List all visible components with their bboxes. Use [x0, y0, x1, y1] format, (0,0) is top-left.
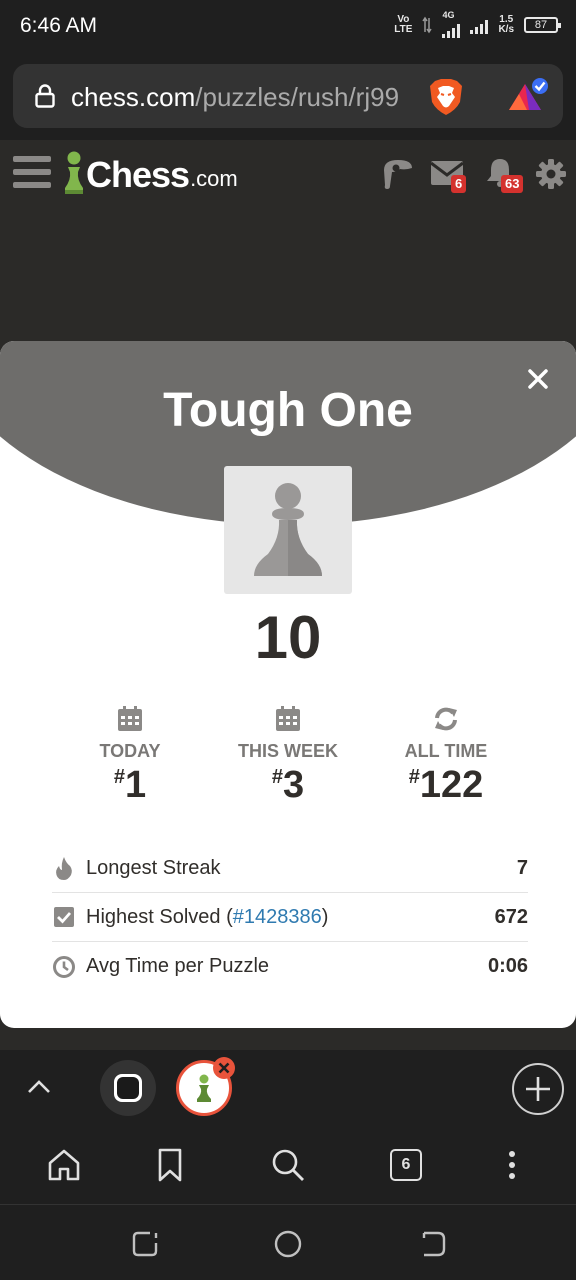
tab-switcher-strip — [0, 1050, 576, 1130]
hamburger-menu-icon[interactable] — [13, 156, 51, 190]
calendar-icon — [276, 706, 300, 731]
battery-icon: 87 — [524, 17, 561, 33]
rank-label: ALL TIME — [404, 741, 488, 761]
status-time: 6:46 AM — [20, 14, 98, 37]
network-speed: 1.5 K/s — [498, 14, 514, 35]
pawn-logo-icon — [65, 151, 83, 194]
refresh-icon — [435, 707, 457, 731]
puzzle-rush-result-modal: Tough One 10 TODAY #1 THIS WEEK #3 ALL T… — [0, 341, 576, 1028]
messages-button[interactable]: 6 — [430, 160, 474, 196]
rank-label: TODAY — [99, 741, 161, 761]
signal-bars-icon — [442, 20, 461, 38]
signal-bars-icon — [470, 16, 489, 34]
home-icon[interactable] — [46, 1147, 82, 1183]
stats-list: Longest Streak 7 Highest Solved (#142838… — [52, 844, 528, 991]
pawn-icon — [254, 483, 322, 576]
stat-value: 0:06 — [487, 955, 528, 977]
new-tab-button[interactable] — [512, 1063, 564, 1115]
lock-icon — [35, 84, 55, 108]
close-icon[interactable] — [526, 367, 550, 391]
chevron-up-icon[interactable] — [26, 1074, 52, 1100]
clock-icon — [53, 955, 75, 978]
url-text[interactable]: chess.com/puzzles/rush/rj99 — [71, 82, 399, 113]
chess-com-logo[interactable]: Chess .com — [62, 150, 238, 196]
search-icon[interactable] — [270, 1147, 306, 1183]
gear-icon[interactable] — [535, 158, 567, 190]
home-button-icon[interactable] — [273, 1229, 303, 1259]
plus-icon — [526, 1077, 550, 1101]
system-navigation-bar — [0, 1204, 576, 1280]
tabs-button[interactable]: 6 — [388, 1147, 424, 1183]
rank-label: THIS WEEK — [237, 741, 338, 761]
tab-count: 6 — [390, 1149, 422, 1181]
rush-score: 10 — [254, 604, 322, 671]
pawn-avatar — [224, 466, 352, 594]
address-bar[interactable]: chess.com/puzzles/rush/rj99 — [13, 64, 563, 128]
vpn-icon[interactable] — [505, 76, 550, 116]
site-header: Chess .com 6 63 — [0, 140, 576, 210]
flame-icon — [56, 857, 72, 880]
data-arrows-icon — [422, 16, 433, 34]
stat-row-avg-time: Avg Time per Puzzle 0:06 — [52, 942, 528, 991]
rank-value: #1 — [113, 764, 147, 806]
rank-all-time: ALL TIME #122 — [376, 705, 516, 807]
checkbox-icon — [54, 907, 74, 927]
rank-value: #3 — [271, 764, 305, 806]
status-icons: Vo LTE 4G 1.5 K/s 87 — [394, 10, 561, 38]
site-favicon — [114, 1074, 142, 1102]
stat-row-longest-streak: Longest Streak 7 — [52, 844, 528, 893]
stat-value: 672 — [494, 905, 528, 928]
rank-value: #122 — [408, 764, 484, 806]
rank-today: TODAY #1 — [60, 705, 200, 807]
notifications-badge: 63 — [501, 175, 524, 193]
modal-title: Tough One — [163, 384, 413, 437]
browser-toolbar: chess.com/puzzles/rush/rj99 — [0, 56, 576, 140]
volte-indicator: Vo LTE — [394, 14, 413, 35]
bookmark-icon[interactable] — [152, 1147, 188, 1183]
spy-icon[interactable] — [380, 158, 414, 190]
messages-badge: 6 — [451, 175, 467, 193]
more-options-icon[interactable] — [494, 1147, 530, 1183]
notifications-button[interactable]: 63 — [484, 156, 534, 196]
highest-solved-puzzle-link[interactable]: #1428386 — [233, 906, 322, 928]
rank-list: TODAY #1 THIS WEEK #3 ALL TIME #122 — [60, 705, 516, 807]
back-icon[interactable] — [418, 1229, 448, 1259]
brave-shields-icon[interactable] — [429, 78, 463, 116]
close-tab-icon[interactable] — [212, 1056, 236, 1080]
rank-this-week: THIS WEEK #3 — [218, 705, 358, 807]
signal-4g: 4G — [442, 10, 461, 38]
status-bar: 6:46 AM Vo LTE 4G 1.5 K/s 87 — [0, 0, 576, 56]
recent-apps-icon[interactable] — [130, 1229, 160, 1259]
stat-value: 7 — [516, 856, 528, 879]
stat-row-highest-solved: Highest Solved (#1428386) 672 — [52, 893, 528, 942]
calendar-icon — [118, 706, 142, 731]
browser-bottom-nav: 6 — [0, 1130, 576, 1204]
tab-thumbnail[interactable] — [100, 1060, 156, 1116]
